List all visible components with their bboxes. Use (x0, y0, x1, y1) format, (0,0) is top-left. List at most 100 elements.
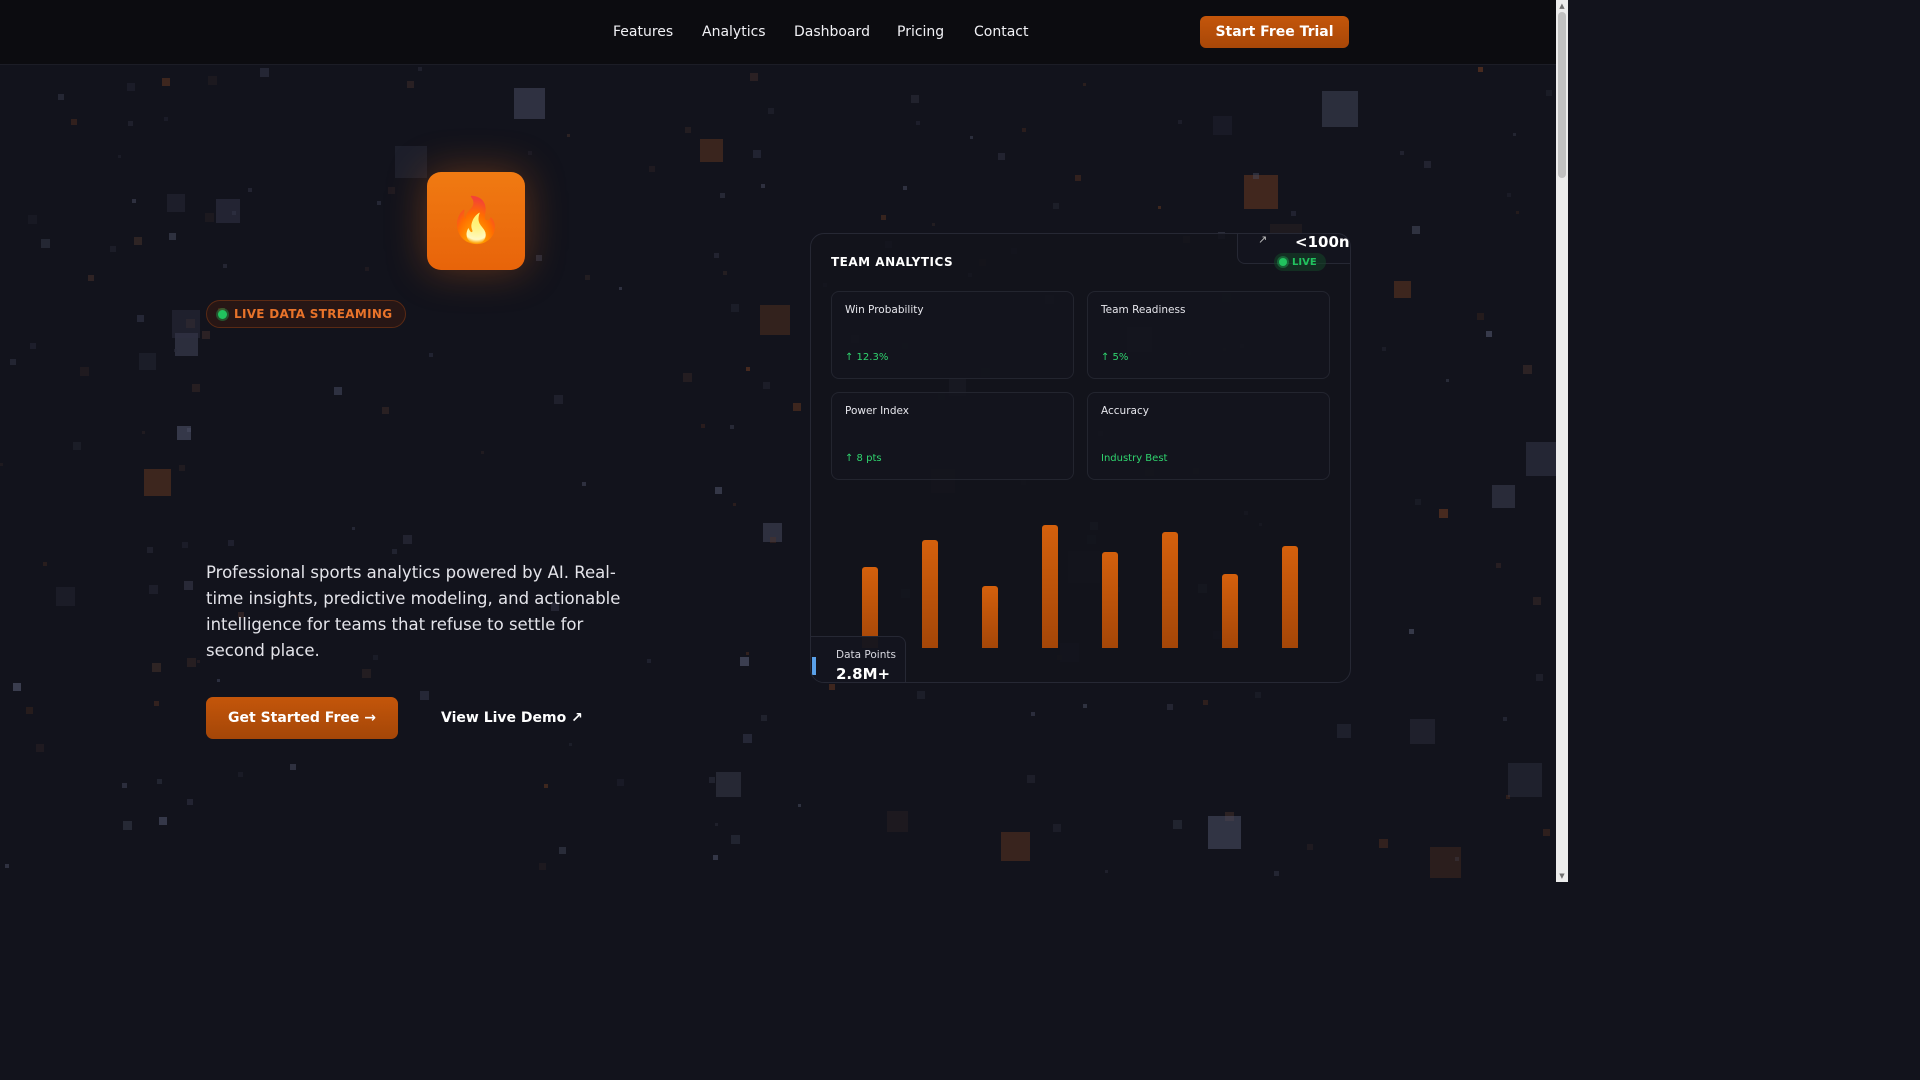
background-square (248, 188, 252, 192)
background-square (1410, 719, 1435, 744)
background-square (172, 310, 200, 338)
background-square (770, 537, 776, 543)
background-square (1536, 674, 1543, 681)
background-square (420, 691, 429, 700)
chart-bar (1222, 574, 1238, 648)
view-live-demo-link[interactable]: View Live Demo ↗ (441, 708, 583, 728)
metric-label: Power Index (845, 405, 909, 417)
background-square (1022, 128, 1026, 132)
background-square (585, 275, 590, 280)
background-square (731, 835, 740, 844)
live-dot-icon (1279, 258, 1287, 266)
background-square (110, 246, 116, 252)
chart-bar (1282, 546, 1298, 648)
background-square (1053, 203, 1059, 209)
background-square (1031, 712, 1035, 716)
background-square (1543, 829, 1550, 836)
background-square (733, 503, 736, 506)
background-square (407, 81, 414, 88)
background-square (71, 119, 77, 125)
background-square (179, 465, 185, 471)
background-square (167, 194, 185, 212)
background-square (1492, 485, 1515, 508)
background-square (761, 715, 767, 721)
start-free-trial-button[interactable]: Start Free Trial (1200, 16, 1349, 48)
background-square (713, 855, 718, 860)
background-square (793, 403, 801, 411)
background-square (205, 213, 214, 222)
scrollbar-thumb[interactable] (1558, 12, 1566, 178)
background-square (1167, 704, 1173, 710)
metric-label: Team Readiness (1101, 304, 1186, 316)
background-square (544, 784, 548, 788)
background-square (1274, 871, 1279, 876)
background-square (169, 233, 176, 240)
background-square (154, 701, 159, 706)
background-square (715, 823, 718, 826)
background-square (418, 67, 422, 71)
background-square (917, 691, 925, 699)
background-square (56, 587, 75, 606)
chart-bar (1102, 552, 1118, 648)
nav-link-pricing[interactable]: Pricing (897, 22, 944, 42)
background-square (768, 108, 774, 114)
background-square (334, 387, 342, 395)
background-square (1496, 563, 1501, 568)
background-square (1455, 857, 1459, 861)
nav-link-analytics[interactable]: Analytics (702, 22, 766, 42)
metric-label: Win Probability (845, 304, 924, 316)
top-navigation: Features Analytics Dashboard Pricing Con… (0, 0, 1556, 65)
background-square (730, 425, 734, 429)
background-square (536, 255, 542, 261)
background-square (174, 349, 177, 352)
background-square (1075, 175, 1081, 181)
background-square (1439, 509, 1448, 518)
hero-description: Professional sports analytics powered by… (206, 563, 621, 660)
nav-link-dashboard[interactable]: Dashboard (794, 22, 870, 42)
background-square (1208, 816, 1241, 849)
background-square (619, 287, 622, 290)
background-square (147, 547, 153, 553)
background-square (362, 669, 371, 678)
background-square (709, 777, 715, 783)
background-square (1322, 91, 1358, 127)
background-square (1394, 281, 1411, 298)
chart-bar (1042, 525, 1058, 648)
background-square (554, 395, 563, 404)
nav-link-contact[interactable]: Contact (974, 22, 1028, 42)
panel-title: TEAM ANALYTICS (831, 255, 954, 269)
background-square (238, 772, 243, 777)
background-square (184, 581, 193, 590)
background-square (1508, 763, 1542, 797)
metric-change: ↑ 8 pts (845, 453, 882, 464)
background-square (26, 707, 33, 714)
database-icon (812, 657, 816, 675)
background-square (829, 684, 835, 690)
background-square (1477, 313, 1484, 320)
background-square (567, 134, 570, 137)
background-square (208, 76, 217, 85)
background-square (1382, 347, 1386, 351)
background-square (216, 199, 240, 223)
background-square (134, 237, 142, 245)
background-square (58, 94, 64, 100)
background-square (5, 864, 9, 868)
vertical-scrollbar[interactable]: ▲ ▼ (1556, 0, 1568, 882)
get-started-button[interactable]: Get Started Free → (206, 697, 398, 739)
nav-link-features[interactable]: Features (613, 22, 673, 42)
background-square (1526, 442, 1556, 476)
live-data-badge: LIVE DATA STREAMING (206, 300, 407, 328)
background-square (260, 68, 269, 77)
scroll-up-arrow-icon[interactable]: ▲ (1556, 0, 1568, 12)
scroll-down-arrow-icon[interactable]: ▼ (1556, 870, 1568, 882)
metric-label: Accuracy (1101, 405, 1149, 417)
background-square (118, 155, 121, 158)
metric-card-win-probability: Win Probability ↑ 12.3% (831, 291, 1074, 379)
background-square (528, 151, 532, 155)
background-square (685, 127, 691, 133)
background-square (1379, 839, 1388, 848)
background-square (753, 150, 761, 158)
background-square (352, 527, 355, 530)
background-square (998, 153, 1005, 160)
background-square (715, 487, 722, 494)
